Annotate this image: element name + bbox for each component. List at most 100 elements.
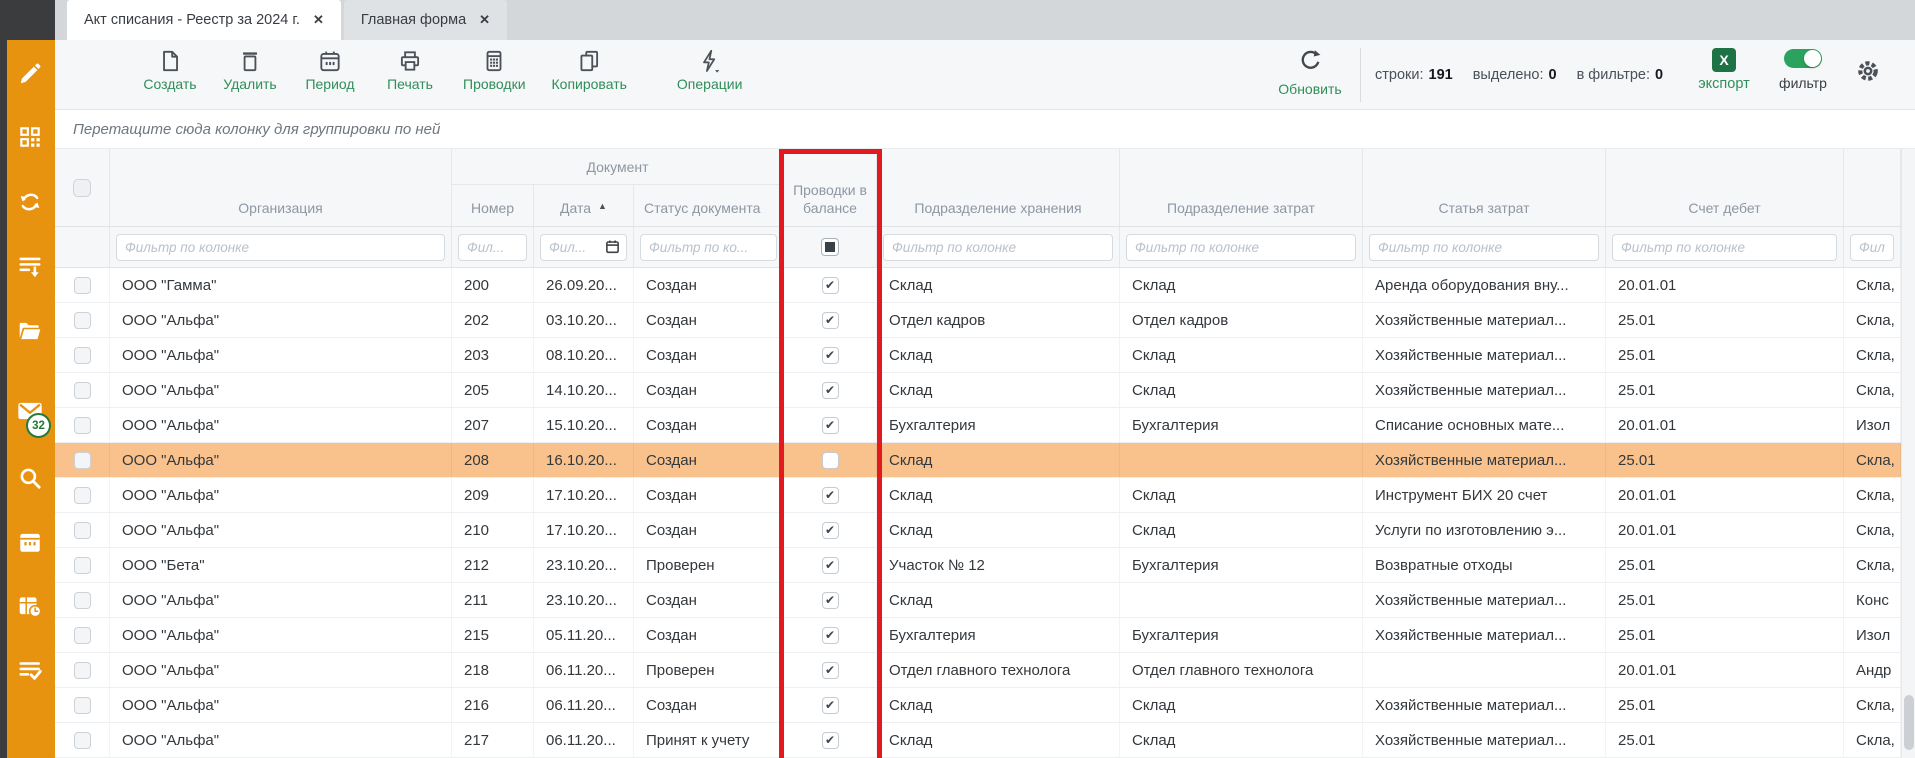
row-select-checkbox[interactable] xyxy=(74,522,91,539)
document-group-header[interactable]: Документ xyxy=(452,149,784,185)
row-select-checkbox[interactable] xyxy=(74,452,91,469)
delete-button[interactable]: Удалить xyxy=(223,48,277,92)
row-posted-checkbox[interactable] xyxy=(822,417,839,434)
row-select-checkbox[interactable] xyxy=(74,347,91,364)
tab-glavnaya-forma[interactable]: Главная форма ✕ xyxy=(344,0,507,40)
cell-doc-status: Создан xyxy=(634,688,784,722)
filter-toggle[interactable]: фильтр xyxy=(1771,49,1835,91)
row-select-checkbox[interactable] xyxy=(74,697,91,714)
table-row[interactable]: ООО "Альфа" 218 06.11.20... Проверен Отд… xyxy=(55,653,1901,688)
table-row[interactable]: ООО "Бета" 212 23.10.20... Проверен Учас… xyxy=(55,548,1901,583)
row-posted-checkbox[interactable] xyxy=(822,452,839,469)
row-select-checkbox[interactable] xyxy=(74,732,91,749)
table-row[interactable]: ООО "Альфа" 209 17.10.20... Создан Склад… xyxy=(55,478,1901,513)
row-select-checkbox[interactable] xyxy=(74,662,91,679)
vertical-scrollbar[interactable] xyxy=(1901,149,1915,758)
postings-button[interactable]: Проводки xyxy=(463,48,526,92)
column-header-clipped[interactable] xyxy=(1844,149,1901,226)
create-button[interactable]: Создать xyxy=(143,48,197,92)
table-row[interactable]: ООО "Альфа" 208 16.10.20... Создан Склад… xyxy=(55,443,1901,478)
filter-input-cost-dept[interactable] xyxy=(1126,234,1356,261)
column-header-storage-dept[interactable]: Подразделение хранения xyxy=(877,149,1120,226)
filter-input-storage-dept[interactable] xyxy=(883,234,1113,261)
toggle-switch-on[interactable] xyxy=(1784,49,1822,68)
print-button[interactable]: Печать xyxy=(383,48,437,92)
column-header-debit-account[interactable]: Счет дебет xyxy=(1606,149,1844,226)
table-row[interactable]: ООО "Альфа" 207 15.10.20... Создан Бухга… xyxy=(55,408,1901,443)
table-row[interactable]: ООО "Альфа" 210 17.10.20... Создан Склад… xyxy=(55,513,1901,548)
row-posted-checkbox[interactable] xyxy=(822,277,839,294)
scrollbar-thumb[interactable] xyxy=(1904,695,1914,750)
filter-input-cost-item[interactable] xyxy=(1369,234,1599,261)
row-posted-checkbox[interactable] xyxy=(822,592,839,609)
operations-button[interactable]: Операции xyxy=(677,48,743,92)
column-header-date[interactable]: Дата▲ xyxy=(534,185,634,226)
list-export-nav-button[interactable] xyxy=(15,253,45,283)
sync-nav-button[interactable] xyxy=(15,189,45,219)
row-posted-checkbox[interactable] xyxy=(822,522,839,539)
qr-nav-button[interactable] xyxy=(15,124,45,154)
row-posted-checkbox[interactable] xyxy=(822,732,839,749)
tab-act-spisaniya[interactable]: Акт списания - Реестр за 2024 г. ✕ xyxy=(67,0,341,40)
column-header-cost-item[interactable]: Статья затрат xyxy=(1363,149,1606,226)
table-row[interactable]: ООО "Альфа" 217 06.11.20... Принят к уче… xyxy=(55,723,1901,758)
table-row[interactable]: ООО "Альфа" 216 06.11.20... Создан Склад… xyxy=(55,688,1901,723)
row-posted-checkbox[interactable] xyxy=(822,662,839,679)
cell-debit-account: 25.01 xyxy=(1606,303,1844,337)
filter-input-date[interactable] xyxy=(540,234,627,261)
row-posted-checkbox[interactable] xyxy=(822,382,839,399)
tasks-nav-button[interactable] xyxy=(15,657,45,687)
table-row[interactable]: ООО "Альфа" 211 23.10.20... Создан Склад… xyxy=(55,583,1901,618)
row-select-checkbox[interactable] xyxy=(74,312,91,329)
cell-storage-dept: Отдел кадров xyxy=(877,303,1120,337)
period-button[interactable]: Период xyxy=(303,48,357,92)
filter-input-doc-status[interactable] xyxy=(640,234,777,261)
edit-nav-button[interactable] xyxy=(15,61,45,91)
filter-input-clipped[interactable] xyxy=(1850,234,1894,261)
cell-organization: ООО "Альфа" xyxy=(110,408,452,442)
table-row[interactable]: ООО "Альфа" 215 05.11.20... Создан Бухга… xyxy=(55,618,1901,653)
row-select-checkbox[interactable] xyxy=(74,277,91,294)
group-by-drop-zone[interactable]: Перетащите сюда колонку для группировки … xyxy=(55,110,1915,149)
column-header-organization[interactable]: Организация xyxy=(110,149,452,226)
column-header-number[interactable]: Номер xyxy=(452,185,534,226)
export-excel-button[interactable]: X экспорт xyxy=(1687,48,1761,92)
row-posted-checkbox[interactable] xyxy=(822,312,839,329)
documents-nav-button[interactable] xyxy=(15,318,45,348)
close-icon[interactable]: ✕ xyxy=(479,12,490,28)
row-select-checkbox[interactable] xyxy=(74,592,91,609)
calendar-nav-button[interactable] xyxy=(15,529,45,559)
table-row[interactable]: ООО "Альфа" 205 14.10.20... Создан Склад… xyxy=(55,373,1901,408)
schedule-nav-button[interactable] xyxy=(15,593,45,623)
cell-date: 14.10.20... xyxy=(534,373,634,407)
table-row[interactable]: ООО "Альфа" 202 03.10.20... Создан Отдел… xyxy=(55,303,1901,338)
search-nav-button[interactable] xyxy=(15,465,45,495)
cell-clipped: Конс xyxy=(1844,583,1901,617)
row-select-checkbox[interactable] xyxy=(74,487,91,504)
column-header-doc-status[interactable]: Статус документа xyxy=(634,185,784,226)
cell-doc-status: Создан xyxy=(634,583,784,617)
row-posted-checkbox[interactable] xyxy=(822,487,839,504)
filter-posted-checkbox-indeterminate[interactable] xyxy=(821,238,839,256)
cell-debit-account: 25.01 xyxy=(1606,688,1844,722)
table-row[interactable]: ООО "Альфа" 203 08.10.20... Создан Склад… xyxy=(55,338,1901,373)
filter-input-number[interactable] xyxy=(458,234,527,261)
row-select-checkbox[interactable] xyxy=(74,417,91,434)
filter-input-organization[interactable] xyxy=(116,234,445,261)
copy-button[interactable]: Копировать xyxy=(552,48,627,92)
table-row[interactable]: ООО "Гамма" 200 26.09.20... Создан Склад… xyxy=(55,268,1901,303)
filter-input-debit-account[interactable] xyxy=(1612,234,1837,261)
row-select-checkbox[interactable] xyxy=(74,557,91,574)
row-posted-checkbox[interactable] xyxy=(822,697,839,714)
refresh-button[interactable]: Обновить xyxy=(1265,47,1355,97)
row-select-checkbox[interactable] xyxy=(74,627,91,644)
row-posted-checkbox[interactable] xyxy=(822,557,839,574)
column-header-cost-dept[interactable]: Подразделение затрат xyxy=(1120,149,1363,226)
row-posted-checkbox[interactable] xyxy=(822,627,839,644)
settings-button[interactable] xyxy=(1854,57,1882,90)
row-select-checkbox[interactable] xyxy=(74,382,91,399)
column-header-posted[interactable]: Проводки в балансе xyxy=(784,149,877,226)
select-all-checkbox[interactable] xyxy=(73,179,91,197)
row-posted-checkbox[interactable] xyxy=(822,347,839,364)
close-icon[interactable]: ✕ xyxy=(313,12,324,28)
